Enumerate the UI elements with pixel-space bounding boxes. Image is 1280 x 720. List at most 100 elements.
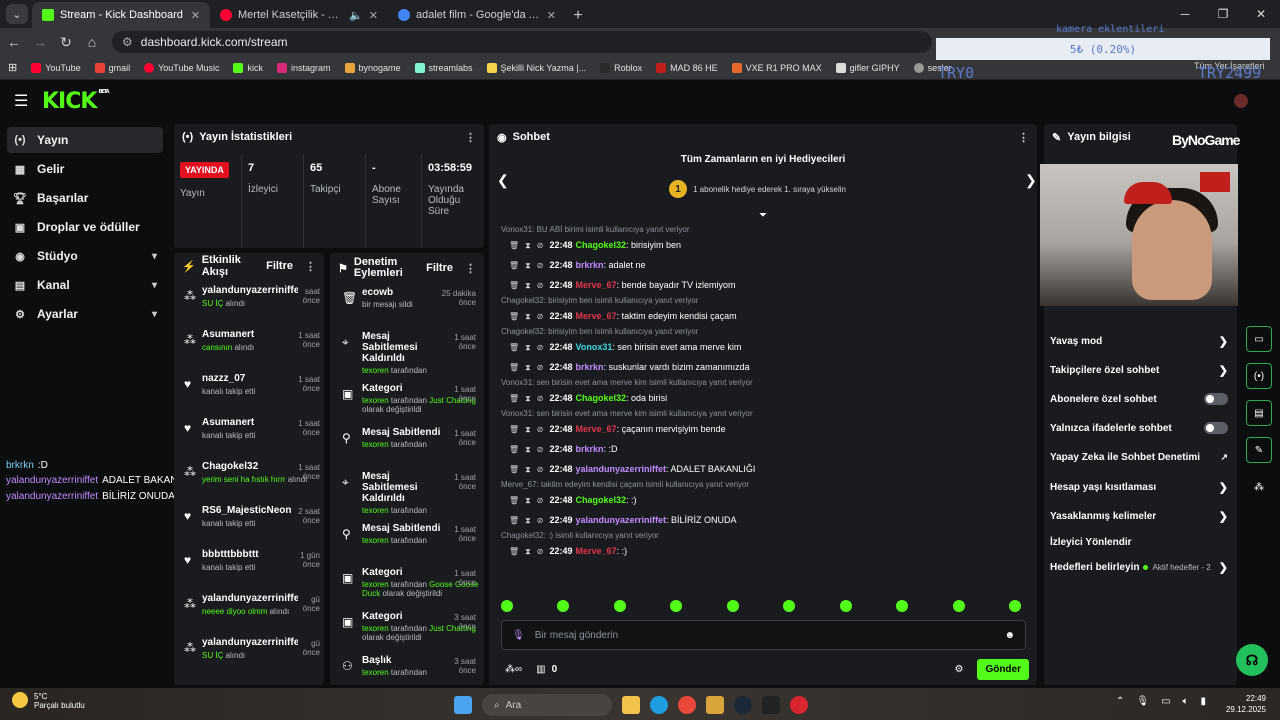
taskbar-clock[interactable]: 22:49 29.12.2025 <box>1226 693 1266 715</box>
more-options-icon[interactable]: ⋮ <box>1018 131 1029 144</box>
delete-icon[interactable]: 🗑︎ <box>509 496 519 505</box>
hamburger-menu-icon[interactable]: ☰ <box>14 91 34 111</box>
timeout-icon[interactable]: ⧗ <box>525 241 531 250</box>
chat-setting-row[interactable]: Hedefleri belirleyin Aktif hedefler - 2 ❯ <box>1050 556 1228 578</box>
ban-icon[interactable]: ⊘ <box>537 425 544 434</box>
maximize-icon[interactable]: ❐ <box>1204 0 1242 28</box>
chat-setting-row[interactable]: Abonelere özel sohbet <box>1050 388 1228 410</box>
chevron-left-icon[interactable]: ❮ <box>497 172 509 189</box>
site-info-icon[interactable]: ⚙ <box>122 35 133 49</box>
ban-icon[interactable]: ⊘ <box>537 547 544 556</box>
toggle-switch[interactable] <box>1204 393 1228 405</box>
chat-message[interactable]: 🗑︎ ⧗ ⊘ 22:48 Chagokel32: :) <box>501 490 1031 510</box>
ban-icon[interactable]: ⊘ <box>537 445 544 454</box>
network-icon[interactable]: ▭ <box>1161 696 1170 707</box>
bookmark-item[interactable]: YouTube Music <box>144 62 219 73</box>
bookmark-item[interactable]: Roblox <box>600 62 642 73</box>
delete-icon[interactable]: 🗑︎ <box>509 281 519 290</box>
more-options-icon[interactable]: ⋮ <box>465 262 476 275</box>
emote-icon[interactable] <box>896 600 909 612</box>
chat-message[interactable]: 🗑︎ ⧗ ⊘ 22:48 yalandunyazerriniffet: ADALET B… <box>501 459 1031 479</box>
ban-icon[interactable]: ⊘ <box>537 343 544 352</box>
apps-grid-icon[interactable]: ⊞ <box>8 61 17 74</box>
ban-icon[interactable]: ⊘ <box>537 241 544 250</box>
ban-icon[interactable]: ⊘ <box>537 281 544 290</box>
timeout-icon[interactable]: ⧗ <box>525 312 531 321</box>
toggle-switch[interactable] <box>1204 422 1228 434</box>
emote-icon[interactable] <box>839 600 852 612</box>
close-tab-icon[interactable]: ✕ <box>369 9 378 22</box>
browser-tab-kick[interactable]: Stream - Kick Dashboard ✕ <box>32 2 210 28</box>
points-icon[interactable]: ⁂∞ <box>505 664 522 675</box>
forward-arrow-icon[interactable]: → <box>28 30 52 54</box>
store-icon[interactable]: ▥ <box>536 664 545 675</box>
message-user[interactable]: Merve_67 <box>576 280 617 290</box>
delete-icon[interactable]: 🗑︎ <box>509 425 519 434</box>
message-user[interactable]: yalandunyazerriniffet <box>576 515 667 525</box>
url-field[interactable]: ⚙ dashboard.kick.com/stream <box>112 31 932 53</box>
battery-icon[interactable]: ▮ <box>1201 696 1207 707</box>
broadcast-tool-icon[interactable]: (•) <box>1246 363 1272 389</box>
volume-icon[interactable]: 🔈︎ <box>1183 696 1189 707</box>
gear-icon[interactable]: ⚙ <box>954 664 963 675</box>
timeout-icon[interactable]: ⧗ <box>525 445 531 454</box>
chat-input[interactable]: 🎙︎ Bir mesaj gönderin ☻ <box>501 620 1026 650</box>
chat-message[interactable]: 🗑︎ ⧗ ⊘ 22:48 Merve_67: bende bayadır TV izle… <box>501 275 1031 295</box>
ban-icon[interactable]: ⊘ <box>537 394 544 403</box>
timeout-icon[interactable]: ⧗ <box>525 547 531 556</box>
mod-tool-icon[interactable]: ▤ <box>1246 400 1272 426</box>
delete-icon[interactable]: 🗑︎ <box>509 465 519 474</box>
windows-start-icon[interactable] <box>454 696 472 714</box>
message-user[interactable]: Chagokel32 <box>576 495 627 505</box>
delete-icon[interactable]: 🗑︎ <box>509 363 519 372</box>
message-user[interactable]: Vonox31 <box>576 342 613 352</box>
message-user[interactable]: Chagokel32 <box>576 393 627 403</box>
ban-icon[interactable]: ⊘ <box>537 261 544 270</box>
home-icon[interactable]: ⌂ <box>80 30 104 54</box>
reload-icon[interactable]: ↻ <box>54 30 78 54</box>
weather-widget[interactable]: 5°C Parçalı bulutlu <box>12 692 85 710</box>
chat-message[interactable]: 🗑︎ ⧗ ⊘ 22:48 brkrkn: suskunlar vardı bizim z… <box>501 357 1031 377</box>
message-user[interactable]: Merve_67 <box>576 424 617 434</box>
chat-message[interactable]: 🗑︎ ⧗ ⊘ 22:49 yalandunyazerriniffet: BİLİRİZ … <box>501 510 1031 530</box>
message-user[interactable]: brkrkn <box>576 260 604 270</box>
bookmark-item[interactable]: gmail <box>94 62 130 73</box>
back-arrow-icon[interactable]: ← <box>2 30 26 54</box>
chat-message[interactable]: 🗑︎ ⧗ ⊘ 22:48 Merve_67: çaçanın mervişiyim be… <box>501 419 1031 439</box>
chat-setting-row[interactable]: Takipçilere özel sohbet ❯ <box>1050 359 1228 381</box>
chat-setting-row[interactable]: Yalnızca ifadelerle sohbet <box>1050 417 1228 439</box>
minimize-icon[interactable]: ─ <box>1166 0 1204 28</box>
chat-message[interactable]: 🗑︎ ⧗ ⊘ 22:48 brkrkn: adalet ne <box>501 255 1031 275</box>
timeout-icon[interactable]: ⧗ <box>525 261 531 270</box>
bookmark-item[interactable]: Şekilli Nick Yazma |... <box>486 62 586 73</box>
message-user[interactable]: Chagokel32 <box>576 240 627 250</box>
support-button[interactable]: ☊ <box>1236 644 1268 676</box>
chat-setting-row[interactable]: Yavaş mod ❯ <box>1050 330 1228 352</box>
more-options-icon[interactable]: ⋮ <box>305 260 316 273</box>
message-user[interactable]: Merve_67 <box>576 546 617 556</box>
bookmark-item[interactable]: VXE R1 PRO MAX <box>731 62 822 73</box>
steam-icon[interactable] <box>734 696 752 714</box>
emote-icon[interactable] <box>952 600 965 612</box>
chevron-up-icon[interactable]: ⌃ <box>1116 696 1124 707</box>
emote-icon[interactable] <box>501 600 513 612</box>
chat-message[interactable]: 🗑︎ ⧗ ⊘ 22:48 Vonox31: sen birisin evet ama m… <box>501 337 1031 357</box>
edge-icon[interactable] <box>650 696 668 714</box>
close-tab-icon[interactable]: ✕ <box>547 9 556 22</box>
delete-icon[interactable]: 🗑︎ <box>509 312 519 321</box>
chevron-right-icon[interactable]: ❯ <box>1025 172 1037 189</box>
chat-setting-row[interactable]: Yasaklanmış kelimeler ❯ <box>1050 505 1228 527</box>
emote-icon[interactable] <box>613 600 626 612</box>
timeout-icon[interactable]: ⧗ <box>525 465 531 474</box>
browser-tab-youtube[interactable]: Mertel Kasetçilik - YouTube 🔈 ✕ <box>210 2 388 28</box>
ban-icon[interactable]: ⊘ <box>537 312 544 321</box>
bookmark-item[interactable]: kick <box>233 62 263 73</box>
bookmark-item[interactable]: bynogame <box>344 62 401 73</box>
chat-message[interactable]: 🗑︎ ⧗ ⊘ 22:49 Merve_67: :) <box>501 541 1031 561</box>
timeout-icon[interactable]: ⧗ <box>525 394 531 403</box>
sidebar-item-kanal[interactable]: ▤ Kanal ▾ <box>7 272 163 298</box>
filter-button[interactable]: Filtre <box>426 262 453 274</box>
bookmark-item[interactable]: YouTube <box>31 62 81 73</box>
ban-icon[interactable]: ⊘ <box>537 363 544 372</box>
emote-icon[interactable] <box>670 600 683 612</box>
